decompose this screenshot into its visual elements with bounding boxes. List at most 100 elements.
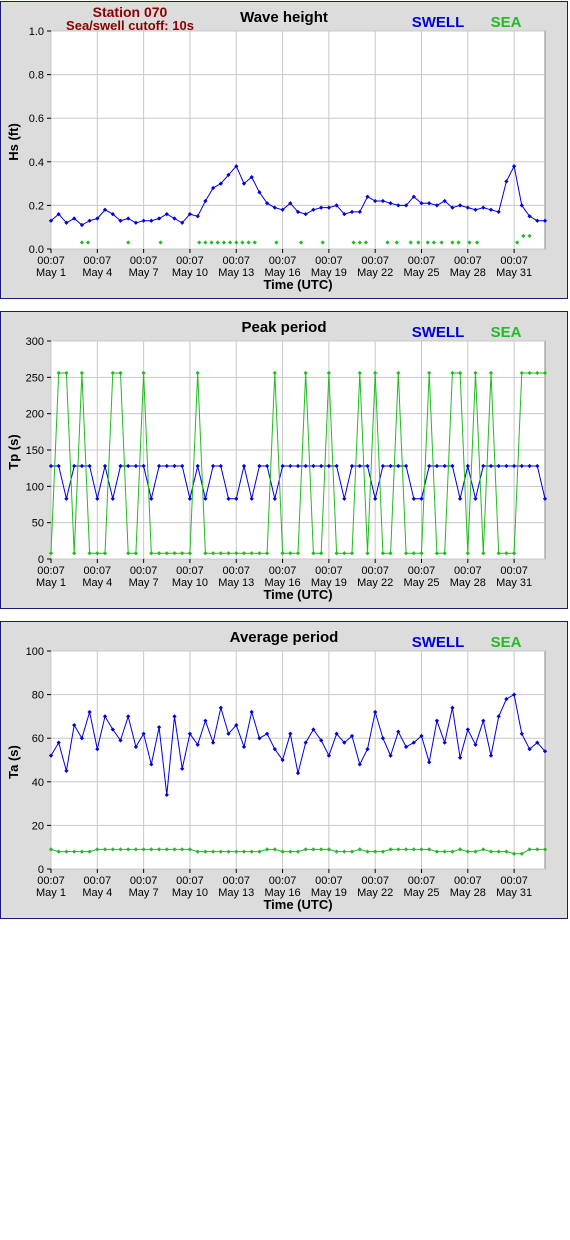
x-tick-time-label: 00:07 bbox=[176, 565, 204, 577]
chart-title: Wave height bbox=[240, 9, 328, 26]
x-tick-time-label: 00:07 bbox=[269, 875, 297, 887]
x-axis-label: Time (UTC) bbox=[263, 897, 332, 912]
y-ticks: 020406080100 bbox=[26, 646, 51, 876]
x-tick-time-label: 00:07 bbox=[84, 565, 112, 577]
x-tick-date-label: May 22 bbox=[357, 267, 393, 279]
y-tick-label: 200 bbox=[26, 409, 44, 421]
x-tick-date-label: May 22 bbox=[357, 577, 393, 589]
x-tick-date-label: May 4 bbox=[82, 577, 112, 589]
average-period-panel: Average period SWELL SEA 0 20 40 60 80 100 00… bbox=[0, 621, 568, 919]
y-axis-label: Tp (s) bbox=[6, 434, 21, 469]
x-tick-date-label: May 13 bbox=[218, 267, 254, 279]
x-tick-time-label: 00:07 bbox=[315, 875, 343, 887]
y-tick-label: 60 bbox=[32, 733, 44, 745]
x-tick-time-label: 00:07 bbox=[222, 565, 250, 577]
y-tick-label: 100 bbox=[26, 646, 44, 658]
x-tick-date-label: May 22 bbox=[357, 887, 393, 899]
y-axis-label: Hs (ft) bbox=[6, 123, 21, 161]
x-tick-time-label: 00:07 bbox=[315, 565, 343, 577]
y-tick-label: 0.6 bbox=[29, 113, 44, 125]
chart-title: Peak period bbox=[241, 319, 326, 336]
x-tick-time-label: 00:07 bbox=[84, 875, 112, 887]
x-tick-date-label: May 28 bbox=[450, 577, 486, 589]
x-tick-time-label: 00:07 bbox=[176, 875, 204, 887]
x-tick-time-label: 00:07 bbox=[408, 875, 436, 887]
y-tick-label: 20 bbox=[32, 820, 44, 832]
x-tick-date-label: May 31 bbox=[496, 887, 532, 899]
x-tick-time-label: 00:07 bbox=[269, 565, 297, 577]
x-tick-date-label: May 10 bbox=[172, 887, 208, 899]
x-ticks: 00:07May 100:07May 400:07May 700:07May 1… bbox=[36, 249, 532, 279]
x-tick-time-label: 00:07 bbox=[361, 875, 389, 887]
x-axis-label: Time (UTC) bbox=[263, 587, 332, 602]
x-tick-date-label: May 10 bbox=[172, 577, 208, 589]
y-tick-label: 150 bbox=[26, 445, 44, 457]
x-ticks: 00:07May 100:07May 400:07May 700:07May 1… bbox=[36, 869, 532, 899]
peak-period-chart: Peak period SWELL SEA 050100150200250300… bbox=[6, 319, 548, 602]
y-tick-label: 250 bbox=[26, 372, 44, 384]
x-tick-time-label: 00:07 bbox=[500, 565, 528, 577]
peak-period-panel: Peak period SWELL SEA 0 50 100 150 200 250 300… bbox=[0, 311, 568, 609]
y-tick-label: 300 bbox=[26, 336, 44, 348]
x-tick-date-label: May 25 bbox=[403, 577, 439, 589]
chart-title: Average period bbox=[230, 629, 339, 646]
y-tick-label: 0.4 bbox=[29, 157, 44, 169]
x-tick-time-label: 00:07 bbox=[454, 565, 482, 577]
wave-height-panel: Station 070 Sea/swell cutoff: 10s Wave h… bbox=[0, 1, 568, 299]
x-tick-time-label: 00:07 bbox=[130, 255, 158, 267]
x-tick-date-label: May 25 bbox=[403, 887, 439, 899]
x-tick-date-label: May 7 bbox=[129, 887, 159, 899]
y-tick-label: 80 bbox=[32, 690, 44, 702]
x-tick-date-label: May 1 bbox=[36, 577, 66, 589]
x-tick-time-label: 00:07 bbox=[454, 255, 482, 267]
x-tick-time-label: 00:07 bbox=[222, 875, 250, 887]
y-tick-label: 100 bbox=[26, 481, 44, 493]
x-tick-date-label: May 28 bbox=[450, 267, 486, 279]
y-ticks: 050100150200250300 bbox=[26, 336, 51, 566]
x-tick-date-label: May 7 bbox=[129, 267, 159, 279]
legend-swell: SWELL bbox=[412, 14, 465, 31]
x-axis-label: Time (UTC) bbox=[263, 277, 332, 292]
x-tick-time-label: 00:07 bbox=[454, 875, 482, 887]
x-tick-date-label: May 13 bbox=[218, 577, 254, 589]
y-ticks: 0.00.20.40.60.81.0 bbox=[29, 26, 51, 256]
legend-sea: SEA bbox=[491, 324, 522, 341]
x-tick-date-label: May 4 bbox=[82, 887, 112, 899]
x-tick-time-label: 00:07 bbox=[500, 875, 528, 887]
average-period-chart: Average period SWELL SEA 020406080100 00… bbox=[6, 629, 548, 912]
x-tick-time-label: 00:07 bbox=[37, 255, 65, 267]
plot-area bbox=[50, 650, 546, 870]
x-tick-date-label: May 31 bbox=[496, 577, 532, 589]
x-tick-date-label: May 13 bbox=[218, 887, 254, 899]
x-tick-time-label: 00:07 bbox=[361, 255, 389, 267]
x-tick-time-label: 00:07 bbox=[315, 255, 343, 267]
x-tick-time-label: 00:07 bbox=[408, 565, 436, 577]
x-tick-date-label: May 10 bbox=[172, 267, 208, 279]
x-tick-time-label: 00:07 bbox=[130, 565, 158, 577]
x-tick-time-label: 00:07 bbox=[176, 255, 204, 267]
legend-sea: SEA bbox=[491, 14, 522, 31]
x-tick-date-label: May 25 bbox=[403, 267, 439, 279]
y-tick-label: 1.0 bbox=[29, 26, 44, 38]
x-tick-time-label: 00:07 bbox=[500, 255, 528, 267]
legend-sea: SEA bbox=[491, 634, 522, 651]
x-tick-date-label: May 31 bbox=[496, 267, 532, 279]
x-tick-date-label: May 7 bbox=[129, 577, 159, 589]
y-tick-label: 0.8 bbox=[29, 70, 44, 82]
x-tick-date-label: May 1 bbox=[36, 267, 66, 279]
x-tick-date-label: May 4 bbox=[82, 267, 112, 279]
wave-height-chart: Station 070 Sea/swell cutoff: 10s Wave h… bbox=[6, 4, 548, 292]
x-tick-time-label: 00:07 bbox=[361, 565, 389, 577]
plot-area bbox=[50, 30, 546, 250]
legend-swell: SWELL bbox=[412, 634, 465, 651]
x-ticks: 00:07May 100:07May 400:07May 700:07May 1… bbox=[36, 559, 532, 589]
x-tick-time-label: 00:07 bbox=[222, 255, 250, 267]
y-tick-label: 0.2 bbox=[29, 200, 44, 212]
x-tick-date-label: May 1 bbox=[36, 887, 66, 899]
x-tick-time-label: 00:07 bbox=[408, 255, 436, 267]
x-tick-date-label: May 28 bbox=[450, 887, 486, 899]
x-tick-time-label: 00:07 bbox=[269, 255, 297, 267]
x-tick-time-label: 00:07 bbox=[37, 875, 65, 887]
y-tick-label: 50 bbox=[32, 518, 44, 530]
x-tick-time-label: 00:07 bbox=[37, 565, 65, 577]
